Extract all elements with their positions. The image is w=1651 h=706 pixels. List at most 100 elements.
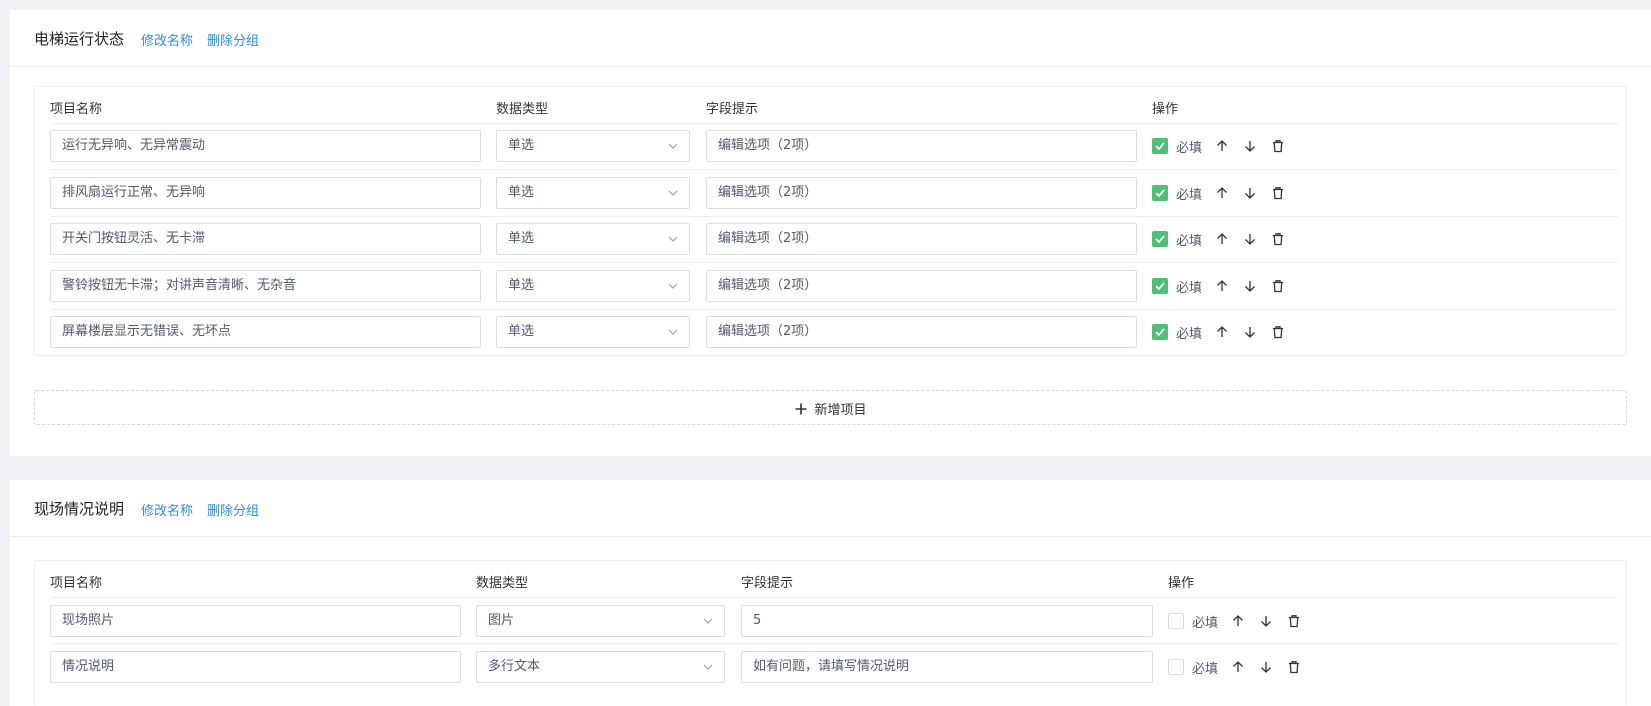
chevron-down-icon [703,618,713,624]
column-header-ops: 操作 [1168,576,1195,591]
required-checkbox[interactable] [1168,659,1184,675]
arrow-down-icon[interactable] [1242,278,1258,294]
item-name-input[interactable]: 屏幕楼层显示无错误、无坏点 [50,316,481,348]
rename-group-link[interactable]: 修改名称 [141,30,193,49]
chevron-down-icon [668,190,678,196]
arrow-up-icon[interactable] [1230,613,1246,629]
column-header-name: 项目名称 [50,576,103,591]
data-type-value: 单选 [508,278,535,293]
arrow-up-icon[interactable] [1214,324,1230,340]
row-actions: 必填 [1152,130,1302,162]
row-divider [51,262,1618,263]
data-type-select[interactable]: 多行文本 [476,651,725,683]
plus-icon [794,403,806,414]
item-name-input[interactable]: 情况说明 [50,651,461,683]
row-divider [51,216,1618,217]
field-hint-input[interactable]: 编辑选项（2项） [706,130,1137,162]
row-actions: 必填 [1152,223,1302,255]
item-name-input[interactable]: 运行无异响、无异常震动 [50,130,481,162]
trash-icon[interactable] [1270,138,1286,154]
trash-icon[interactable] [1286,613,1302,629]
arrow-up-icon[interactable] [1214,278,1230,294]
trash-icon[interactable] [1270,324,1286,340]
data-type-select[interactable]: 单选 [496,270,690,302]
group-card-site-description: 现场情况说明 修改名称 删除分组 项目名称 数据类型 字段提示 操作 现场照片 … [10,480,1651,706]
field-hint-input[interactable]: 5 [741,605,1153,637]
row-divider [51,597,1618,598]
item-name-input[interactable]: 现场照片 [50,605,461,637]
required-checkbox[interactable] [1152,138,1168,154]
required-checkbox[interactable] [1152,185,1168,201]
group-title: 现场情况说明 [34,500,125,518]
arrow-up-icon[interactable] [1214,231,1230,247]
arrow-down-icon[interactable] [1258,613,1274,629]
data-type-value: 单选 [508,185,535,200]
chevron-down-icon [668,236,678,242]
check-icon [1155,328,1165,337]
data-type-value: 单选 [508,324,535,339]
column-header-type: 数据类型 [476,576,529,591]
chevron-down-icon [703,664,713,670]
add-item-button[interactable]: 新增项目 [34,390,1627,425]
data-type-select[interactable]: 单选 [496,177,690,209]
required-checkbox[interactable] [1152,324,1168,340]
field-hint-input[interactable]: 编辑选项（2项） [706,270,1137,302]
check-icon [1155,235,1165,244]
data-type-select[interactable]: 图片 [476,605,725,637]
data-type-value: 单选 [508,138,535,153]
group-header: 电梯运行状态 修改名称 删除分组 [10,10,1651,67]
check-icon [1155,142,1165,151]
data-type-select[interactable]: 单选 [496,316,690,348]
check-icon [1155,189,1165,198]
arrow-up-icon[interactable] [1230,659,1246,675]
data-type-select[interactable]: 单选 [496,223,690,255]
field-hint-input[interactable]: 编辑选项（2项） [706,316,1137,348]
field-hint-input[interactable]: 编辑选项（2项） [706,223,1137,255]
arrow-up-icon[interactable] [1214,185,1230,201]
required-checkbox[interactable] [1168,613,1184,629]
row-actions: 必填 [1168,605,1318,637]
required-checkbox[interactable] [1152,231,1168,247]
column-header-hint: 字段提示 [706,102,759,117]
group-header: 现场情况说明 修改名称 删除分组 [10,480,1651,537]
required-checkbox[interactable] [1152,278,1168,294]
item-name-input[interactable]: 排风扇运行正常、无异响 [50,177,481,209]
trash-icon[interactable] [1286,659,1302,675]
arrow-up-icon[interactable] [1214,138,1230,154]
arrow-down-icon[interactable] [1258,659,1274,675]
trash-icon[interactable] [1270,185,1286,201]
required-label: 必填 [1176,188,1203,203]
column-header-hint: 字段提示 [741,576,794,591]
rename-group-link[interactable]: 修改名称 [141,500,193,519]
arrow-down-icon[interactable] [1242,138,1258,154]
trash-icon[interactable] [1270,231,1286,247]
item-name-input[interactable]: 警铃按钮无卡滞；对讲声音清晰、无杂音 [50,270,481,302]
required-label: 必填 [1176,281,1203,296]
table-header: 项目名称 数据类型 字段提示 操作 [35,561,1626,599]
row-divider [51,123,1618,124]
items-table: 项目名称 数据类型 字段提示 操作 运行无异响、无异常震动 单选 编辑选项（2项… [34,86,1627,356]
required-label: 必填 [1192,616,1219,631]
delete-group-link[interactable]: 删除分组 [207,30,259,49]
row-actions: 必填 [1152,177,1302,209]
row-divider [51,169,1618,170]
row-actions: 必填 [1152,316,1302,348]
data-type-select[interactable]: 单选 [496,130,690,162]
required-label: 必填 [1176,234,1203,249]
required-label: 必填 [1176,141,1203,156]
arrow-down-icon[interactable] [1242,185,1258,201]
row-divider [51,309,1618,310]
table-header: 项目名称 数据类型 字段提示 操作 [35,87,1626,125]
group-title: 电梯运行状态 [34,30,125,48]
add-item-content: 新增项目 [794,399,867,418]
check-icon [1155,282,1165,291]
arrow-down-icon[interactable] [1242,231,1258,247]
trash-icon[interactable] [1270,278,1286,294]
arrow-down-icon[interactable] [1242,324,1258,340]
item-name-input[interactable]: 开关门按钮灵活、无卡滞 [50,223,481,255]
delete-group-link[interactable]: 删除分组 [207,500,259,519]
required-label: 必填 [1192,662,1219,677]
chevron-down-icon [668,143,678,149]
field-hint-input[interactable]: 如有问题，请填写情况说明 [741,651,1153,683]
field-hint-input[interactable]: 编辑选项（2项） [706,177,1137,209]
